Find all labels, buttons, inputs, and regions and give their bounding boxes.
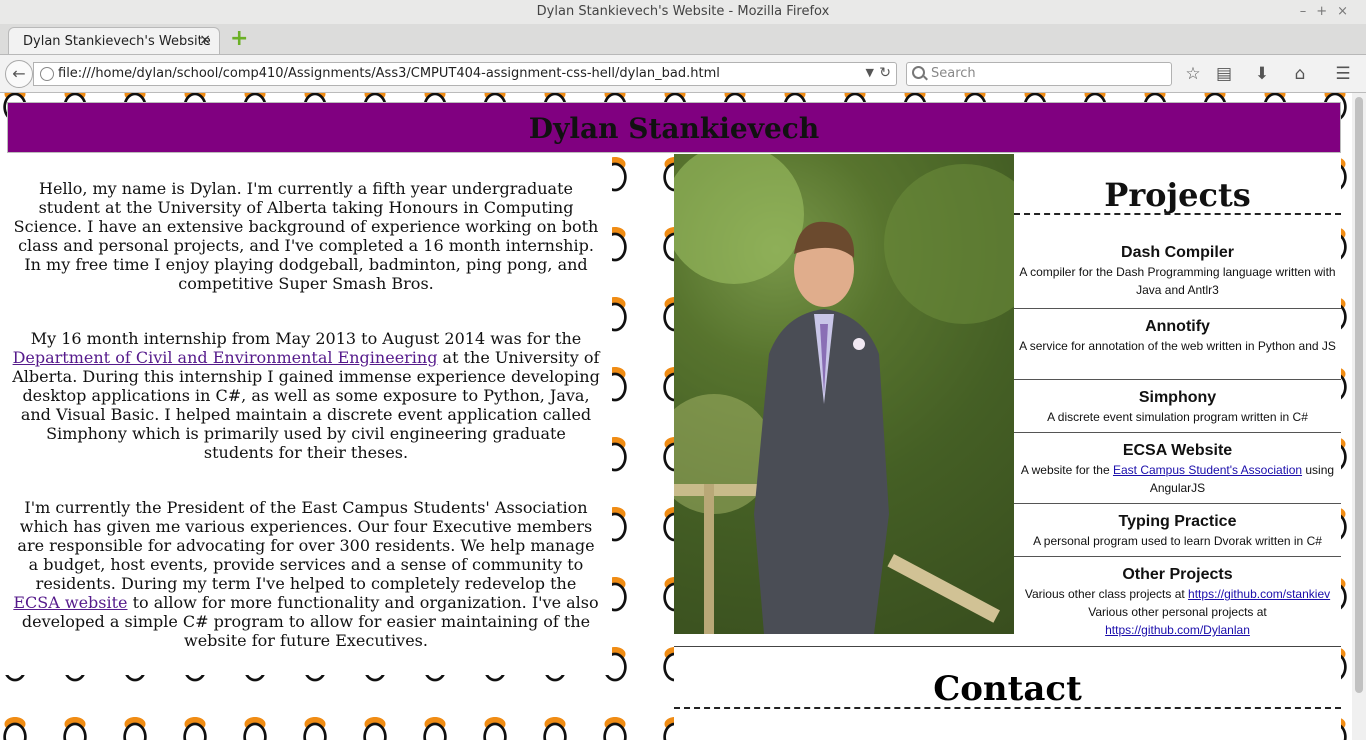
project-description: Various other personal projects at https…	[1014, 603, 1341, 639]
tab-strip: Dylan Stankievech's Website ×	[0, 24, 1366, 55]
other-personal-text: Various other personal projects at	[1088, 605, 1267, 619]
project-title: Dash Compiler	[1121, 244, 1234, 261]
contact-heading: Contact	[674, 647, 1341, 709]
project-title: Typing Practice	[1118, 513, 1237, 530]
github-dylanlan-link[interactable]: https://github.com/Dylanlan	[1105, 623, 1250, 637]
window-titlebar: Dylan Stankievech's Website - Mozilla Fi…	[0, 0, 1366, 24]
ecsa-paragraph: I'm currently the President of the East …	[0, 462, 612, 650]
project-annotify: Annotify A service for annotation of the…	[1014, 309, 1341, 380]
vertical-scrollbar[interactable]	[1352, 93, 1366, 740]
intro-section: Hello, my name is Dylan. I'm currently a…	[0, 154, 612, 675]
window-controls[interactable]: –+×	[1300, 0, 1358, 24]
project-title: Other Projects	[1122, 566, 1233, 583]
star-icon[interactable]: ☆	[1183, 64, 1203, 84]
search-icon	[912, 66, 925, 79]
ecsa-website-link[interactable]: ECSA website	[13, 593, 127, 612]
back-icon[interactable]: ←	[5, 60, 33, 88]
internship-text-before: My 16 month internship from May 2013 to …	[30, 329, 582, 348]
new-tab-icon[interactable]: +	[230, 28, 250, 50]
page-viewport: Dylan Stankievech Hello, my name is Dyla…	[0, 93, 1352, 740]
project-description: A service for annotation of the web writ…	[1019, 339, 1336, 353]
project-description: Various other class projects at https://…	[1014, 585, 1341, 603]
projects-panel: Projects Dash Compiler A compiler for th…	[1014, 154, 1341, 648]
scrollbar-thumb[interactable]	[1355, 97, 1363, 693]
navigation-toolbar: ← file:///home/dylan/school/comp410/Assi…	[0, 55, 1366, 93]
home-icon[interactable]: ⌂	[1290, 64, 1310, 84]
project-description: A personal program used to learn Dvorak …	[1033, 534, 1322, 548]
reading-list-icon[interactable]: ▤	[1214, 64, 1234, 84]
url-bar[interactable]: file:///home/dylan/school/comp410/Assign…	[33, 62, 897, 86]
project-title: Simphony	[1138, 389, 1217, 406]
project-description: A website for the East Campus Student's …	[1014, 461, 1341, 497]
project-dash: Dash Compiler A compiler for the Dash Pr…	[1014, 215, 1341, 309]
ecsa-desc-before: A website for the	[1020, 463, 1113, 477]
contact-section: Contact	[674, 646, 1341, 740]
project-other: Other Projects Various other class proje…	[1014, 557, 1341, 647]
tab-close-icon[interactable]: ×	[199, 32, 211, 48]
project-description: A compiler for the Dash Programming lang…	[1019, 265, 1336, 297]
ecsa-association-link[interactable]: East Campus Student's Association	[1113, 463, 1302, 477]
ecsa-text-before: I'm currently the President of the East …	[17, 498, 595, 593]
profile-photo	[674, 154, 1014, 634]
project-ecsa: ECSA Website A website for the East Camp…	[1014, 433, 1341, 504]
github-stankiev-link[interactable]: https://github.com/stankiev	[1188, 587, 1330, 601]
projects-heading: Projects	[1014, 154, 1341, 215]
other-class-text: Various other class projects at	[1024, 587, 1189, 601]
project-typing: Typing Practice A personal program used …	[1014, 504, 1341, 557]
window-title: Dylan Stankievech's Website - Mozilla Fi…	[536, 4, 830, 19]
reload-icon[interactable]: ↻	[879, 65, 891, 81]
chevron-down-icon[interactable]: ▼	[866, 66, 874, 79]
globe-icon	[40, 67, 54, 81]
menu-icon[interactable]: ☰	[1333, 64, 1353, 84]
tab-title: Dylan Stankievech's Website	[23, 34, 211, 49]
download-icon[interactable]: ⬇	[1252, 64, 1272, 84]
project-description: A discrete event simulation program writ…	[1047, 410, 1308, 424]
project-title: Annotify	[1145, 318, 1210, 335]
project-title: ECSA Website	[1122, 442, 1233, 459]
intro-paragraph: Hello, my name is Dylan. I'm currently a…	[13, 179, 599, 293]
department-link[interactable]: Department of Civil and Environmental En…	[13, 348, 438, 367]
search-placeholder: Search	[931, 66, 976, 81]
internship-paragraph: My 16 month internship from May 2013 to …	[0, 293, 612, 462]
url-text[interactable]: file:///home/dylan/school/comp410/Assign…	[58, 66, 720, 81]
project-simphony: Simphony A discrete event simulation pro…	[1014, 380, 1341, 433]
search-input[interactable]: Search	[906, 62, 1172, 86]
page-header: Dylan Stankievech	[7, 102, 1341, 153]
tab-active[interactable]: Dylan Stankievech's Website ×	[8, 27, 220, 54]
page-title: Dylan Stankievech	[528, 112, 820, 145]
